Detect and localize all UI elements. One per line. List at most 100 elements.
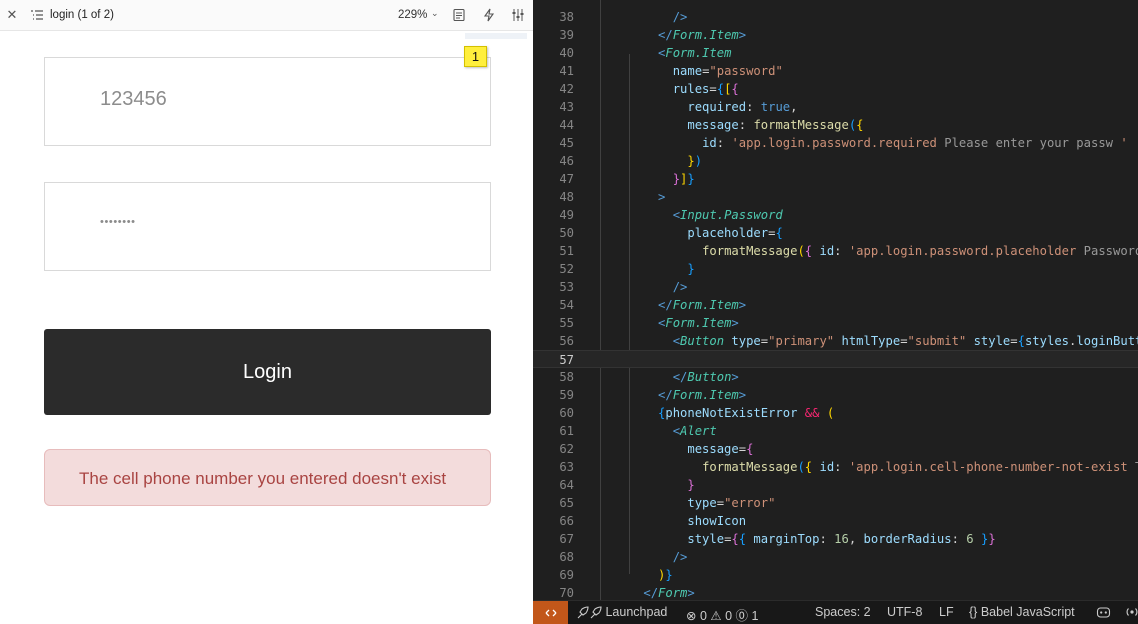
close-icon[interactable]: ✕ — [4, 7, 20, 23]
code-token: < — [672, 334, 681, 348]
phone-input[interactable]: 123456 — [44, 57, 491, 146]
code-line[interactable]: 70 </Form> — [533, 584, 1138, 600]
code-token: id — [812, 244, 835, 258]
password-input[interactable]: •••••••• — [44, 182, 491, 271]
code-token: > — [687, 586, 695, 600]
code-token: The ce — [1128, 460, 1138, 474]
code-text: )} — [614, 566, 673, 584]
code-token: < — [672, 208, 681, 222]
eol-item[interactable]: LF — [939, 605, 954, 619]
code-line[interactable]: 58 </Button> — [533, 368, 1138, 386]
code-line[interactable]: 47 }]} — [533, 170, 1138, 188]
code-token: } — [687, 172, 695, 186]
code-token: = — [760, 334, 769, 348]
code-line[interactable]: 65 type="error" — [533, 494, 1138, 512]
code-token: : — [834, 244, 849, 258]
code-token: borderRadius — [863, 532, 952, 546]
code-line[interactable]: 51 formatMessage({ id: 'app.login.passwo… — [533, 242, 1138, 260]
code-text: required: true, — [614, 98, 797, 116]
code-token: "error" — [724, 496, 776, 510]
code-text: } — [614, 476, 694, 494]
code-line[interactable]: 41 name="password" — [533, 62, 1138, 80]
settings-sliders-icon[interactable] — [511, 8, 525, 22]
code-line[interactable]: 63 formatMessage({ id: 'app.login.cell-p… — [533, 458, 1138, 476]
code-line[interactable]: 61 <Alert — [533, 422, 1138, 440]
highlight-icon[interactable] — [482, 8, 496, 22]
indentation-item[interactable]: Spaces: 2 — [815, 605, 871, 619]
code-line[interactable]: 59 </Form.Item> — [533, 386, 1138, 404]
login-button[interactable]: Login — [44, 329, 491, 415]
code-line[interactable]: 69 )} — [533, 566, 1138, 584]
code-token: style — [687, 532, 725, 546]
code-line[interactable]: 57 — [533, 350, 1138, 368]
code-text: placeholder={ — [614, 224, 782, 242]
code-token: > — [738, 28, 747, 42]
code-line[interactable]: 48 > — [533, 188, 1138, 206]
code-line[interactable]: 39 </Form.Item> — [533, 26, 1138, 44]
code-line[interactable]: 43 required: true, — [533, 98, 1138, 116]
outline-icon[interactable] — [30, 8, 44, 22]
password-input-value: •••••••• — [100, 216, 136, 228]
code-line[interactable]: 52 } — [533, 260, 1138, 278]
chevron-down-icon[interactable]: ⌄ — [431, 8, 439, 19]
code-token: = — [738, 442, 747, 456]
code-line[interactable]: 55 <Form.Item> — [533, 314, 1138, 332]
code-line[interactable]: 49 <Input.Password — [533, 206, 1138, 224]
code-line[interactable]: 54 </Form.Item> — [533, 296, 1138, 314]
line-number: 39 — [559, 28, 574, 42]
code-line[interactable]: 62 message={ — [533, 440, 1138, 458]
line-number: 50 — [559, 226, 574, 240]
problems-item[interactable]: ⊗ 0 ⚠ 0 ⓪ 1 — [686, 605, 759, 624]
code-token: > — [738, 298, 747, 312]
line-number: 60 — [559, 406, 574, 420]
code-text: name="password" — [614, 62, 783, 80]
code-text: /> — [614, 278, 688, 296]
code-text: showIcon — [614, 512, 746, 530]
line-number: 40 — [559, 46, 574, 60]
line-number: 45 — [559, 136, 574, 150]
code-line[interactable]: 60 {phoneNotExistError && ( — [533, 404, 1138, 422]
code-line[interactable]: 66 showIcon — [533, 512, 1138, 530]
code-editor[interactable]: 38 /> 39 </Form.Item> 40 <Form.Item 41 name… — [533, 0, 1138, 600]
code-token: : — [746, 100, 761, 114]
code-line[interactable]: 67 style={{ marginTop: 16, borderRadius:… — [533, 530, 1138, 548]
code-line[interactable]: 40 <Form.Item — [533, 44, 1138, 62]
remote-icon[interactable] — [533, 601, 568, 624]
language-mode-item[interactable]: {} Babel JavaScript — [969, 605, 1075, 619]
line-number: 57 — [559, 353, 574, 367]
code-line[interactable]: 42 rules={[{ — [533, 80, 1138, 98]
code-token: 'app.login.password.placeholder — [848, 244, 1077, 258]
code-line[interactable]: 44 message: formatMessage({ — [533, 116, 1138, 134]
code-token: message — [687, 442, 739, 456]
zoom-level[interactable]: 229% — [398, 9, 427, 21]
rocket-icon — [577, 606, 602, 619]
code-line[interactable]: 38 /> — [533, 8, 1138, 26]
copilot-icon[interactable] — [1096, 605, 1111, 622]
code-token: /> — [672, 280, 688, 294]
code-token: && — [804, 406, 820, 420]
code-line[interactable]: 50 placeholder={ — [533, 224, 1138, 242]
code-line[interactable]: 46 }) — [533, 152, 1138, 170]
code-line[interactable]: 68 /> — [533, 548, 1138, 566]
document-icon[interactable] — [452, 8, 466, 22]
code-line[interactable]: 53 /> — [533, 278, 1138, 296]
code-line[interactable]: 64 } — [533, 476, 1138, 494]
code-token: required — [687, 100, 747, 114]
code-line[interactable]: 45 id: 'app.login.password.required Plea… — [533, 134, 1138, 152]
code-text: type="error" — [614, 494, 775, 512]
preview-toolbar: ✕ login (1 of 2) 229% ⌄ — [0, 0, 533, 31]
phone-input-value: 123456 — [100, 88, 167, 110]
launchpad-item[interactable]: Launchpad — [576, 605, 667, 620]
broadcast-icon[interactable] — [1125, 605, 1138, 622]
page-badge[interactable]: 1 — [464, 46, 487, 67]
code-line[interactable]: 56 <Button type="primary" htmlType="subm… — [533, 332, 1138, 350]
encoding-item[interactable]: UTF-8 — [887, 605, 922, 619]
